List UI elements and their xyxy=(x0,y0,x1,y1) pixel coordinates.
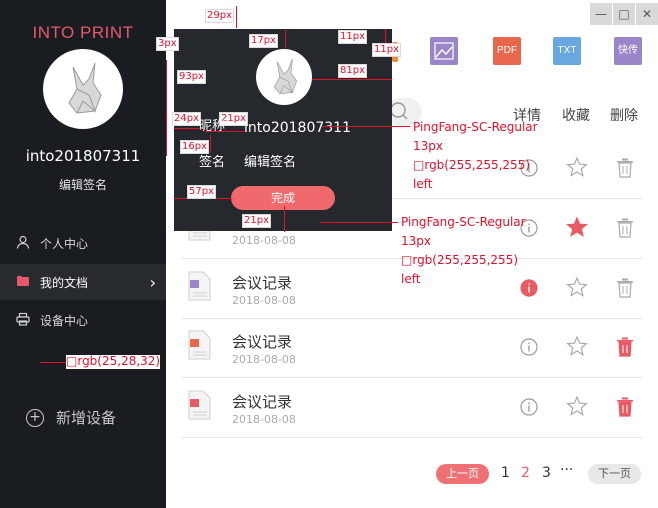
trash-icon[interactable] xyxy=(616,278,634,298)
star-icon[interactable] xyxy=(566,395,588,417)
annotation-line xyxy=(40,362,66,363)
trash-icon[interactable] xyxy=(616,397,634,417)
row-title: 会议记录 xyxy=(232,274,293,292)
file-ppt-icon xyxy=(188,330,211,360)
annotation-align: left xyxy=(401,272,421,286)
next-page-button[interactable]: 下一页 xyxy=(588,464,641,484)
annotation-label: 11px xyxy=(338,30,367,44)
annotation-color-value: rgb(255,255,255) xyxy=(412,253,519,267)
popup-avatar[interactable] xyxy=(256,49,312,105)
image-icon[interactable] xyxy=(430,37,458,65)
table-row[interactable]: 会议记录 2018-08-08 xyxy=(182,259,642,319)
pdf-button[interactable]: PDF xyxy=(493,37,521,65)
table-row[interactable]: 会议记录 2018-08-08 xyxy=(182,318,642,378)
info-icon[interactable] xyxy=(520,398,538,416)
star-icon[interactable] xyxy=(566,216,588,238)
info-icon[interactable] xyxy=(520,338,538,356)
annotation-label: 3px xyxy=(156,37,179,51)
quick-send-button[interactable]: 快传 xyxy=(614,37,642,65)
annotation-line xyxy=(322,126,410,127)
brand-logo: INTO PRINT xyxy=(32,23,134,42)
annotation-color-value: rgb(25,28,32) xyxy=(77,354,161,368)
row-date: 2018-08-08 xyxy=(232,294,296,307)
popup-signature-label: 签名 xyxy=(199,155,226,170)
row-date: 2018-08-08 xyxy=(232,234,296,247)
annotation-label: 57px xyxy=(187,185,216,199)
annotation-color: □rgb(255,255,255) xyxy=(413,158,531,172)
maximize-button[interactable]: □ xyxy=(613,3,635,25)
annotation-size: 13px xyxy=(413,139,443,153)
annotation-line xyxy=(285,30,286,48)
annotation-line xyxy=(236,6,237,28)
annotation-font: PingFang-SC-Regular xyxy=(413,120,538,134)
page-1[interactable]: 1 xyxy=(501,465,510,481)
chevron-right-icon: › xyxy=(149,273,156,292)
column-header-favorite: 收藏 xyxy=(562,108,590,124)
annotation-label: 21px xyxy=(242,214,271,228)
add-device-button[interactable]: + 新增设备 xyxy=(26,407,116,428)
trash-icon[interactable] xyxy=(616,218,634,238)
column-header-delete: 删除 xyxy=(610,108,638,124)
annotation-label: 16px xyxy=(180,140,209,154)
close-button[interactable]: ✕ xyxy=(636,3,658,25)
annotation-color-value: rgb(255,255,255) xyxy=(424,158,531,172)
annotation-label: 17px xyxy=(249,34,278,48)
plus-icon: + xyxy=(26,408,44,427)
annotation-label: 29px xyxy=(205,9,234,23)
done-button[interactable]: 完成 xyxy=(231,186,335,210)
annotation-line xyxy=(312,79,392,80)
annotation-line xyxy=(210,135,211,153)
annotation-line xyxy=(320,222,398,223)
file-image-icon xyxy=(188,271,211,301)
annotation-label: 11px xyxy=(372,43,401,57)
annotation-label: 24px xyxy=(172,112,201,126)
star-icon[interactable] xyxy=(566,156,588,178)
avatar[interactable] xyxy=(43,49,123,129)
txt-button[interactable]: TXT xyxy=(553,37,581,65)
sidebar-item-label: 个人中心 xyxy=(40,236,89,251)
pagination-ellipsis: ··· xyxy=(560,462,574,478)
trash-icon[interactable] xyxy=(616,337,634,357)
row-date: 2018-08-08 xyxy=(232,413,296,426)
annotation-align: left xyxy=(413,177,433,191)
row-date: 2018-08-08 xyxy=(232,353,296,366)
prev-page-button[interactable]: 上一页 xyxy=(436,464,489,484)
file-pdf-icon xyxy=(188,390,211,420)
edit-signature-link[interactable]: 编辑签名 xyxy=(0,176,166,193)
add-device-label: 新增设备 xyxy=(56,409,117,427)
annotation-color: □rgb(25,28,32) xyxy=(66,354,161,369)
minimize-button[interactable]: — xyxy=(590,3,612,25)
popup-signature-input[interactable]: 编辑签名 xyxy=(244,151,296,170)
sidebar-item-devices[interactable]: 设备中心 xyxy=(0,302,166,338)
printer-icon xyxy=(16,312,30,326)
annotation-size: 13px xyxy=(401,234,431,248)
folder-icon xyxy=(17,276,29,286)
trash-icon[interactable] xyxy=(616,158,634,178)
sidebar: INTO PRINT into201807311 编辑签名 个人中心 我的文档 … xyxy=(0,0,166,508)
row-title: 会议记录 xyxy=(232,333,293,351)
annotation-line xyxy=(166,60,167,156)
row-title: 会议记录 xyxy=(232,393,293,411)
page-2[interactable]: 2 xyxy=(521,465,530,481)
username: into201807311 xyxy=(25,147,141,165)
popup-username-input[interactable]: into201807311 xyxy=(244,120,351,136)
table-row[interactable]: 会议记录 2018-08-08 xyxy=(182,378,642,438)
sidebar-item-label: 我的文档 xyxy=(40,275,89,290)
sidebar-item-label: 设备中心 xyxy=(40,313,89,328)
person-icon xyxy=(16,235,30,249)
annotation-color: □rgb(255,255,255) xyxy=(401,253,519,267)
nickname-label: 昵称 xyxy=(199,119,226,134)
sidebar-item-documents[interactable]: 我的文档 › xyxy=(0,264,166,300)
annotation-label: 93px xyxy=(177,70,206,84)
sidebar-item-profile[interactable]: 个人中心 xyxy=(0,225,166,261)
page-3[interactable]: 3 xyxy=(542,465,551,481)
annotation-line xyxy=(284,206,285,232)
info-icon[interactable] xyxy=(520,279,538,297)
annotation-label: 81px xyxy=(338,64,367,78)
star-icon[interactable] xyxy=(566,276,588,298)
annotation-font: PingFang-SC-Regular xyxy=(401,215,526,229)
star-icon[interactable] xyxy=(566,335,588,357)
